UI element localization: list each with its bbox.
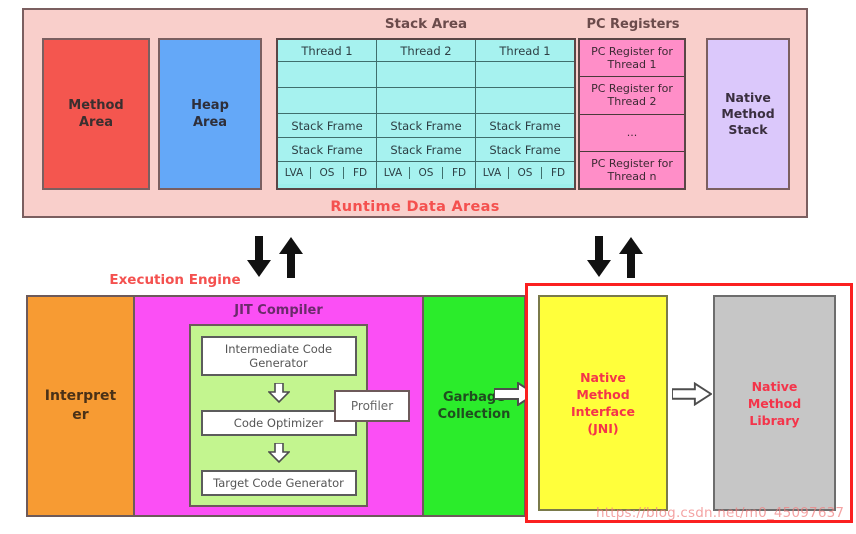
- native-method-library-block: Native Method Library: [713, 295, 836, 511]
- stack-thread-label: Thread 1: [476, 40, 574, 62]
- pc-register-row: PC Register for Thread 2: [580, 77, 684, 115]
- execution-engine-label: Execution Engine: [109, 272, 241, 288]
- interpreter-label-line1: Interpret: [44, 388, 117, 404]
- arrow-down-icon: [587, 236, 611, 277]
- jit-compiler-block: JIT Compiler Intermediate Code Generator…: [135, 297, 424, 515]
- stack-frame: Stack Frame: [476, 138, 574, 162]
- stack-part-fd: FD: [344, 167, 376, 179]
- arrow-up-icon: [619, 237, 643, 278]
- stack-empty-slot: [377, 88, 475, 114]
- jni-line4: (JNI): [587, 421, 619, 436]
- stack-part-fd: FD: [443, 167, 475, 179]
- native-method-stack-block: Native Method Stack: [706, 38, 790, 190]
- stack-frame: Stack Frame: [278, 138, 376, 162]
- stack-empty-slot: [476, 88, 574, 114]
- stack-empty-slot: [278, 88, 376, 114]
- stack-frame: Stack Frame: [278, 114, 376, 138]
- jni-line3: Interface: [571, 404, 635, 419]
- pc-registers-title: PC Registers: [586, 16, 680, 32]
- stack-empty-slot: [377, 62, 475, 88]
- native-library-line1: Native: [751, 378, 798, 394]
- stack-frame: Stack Frame: [377, 114, 475, 138]
- stack-empty-slot: [476, 62, 574, 88]
- jni-line2: Method: [576, 387, 630, 402]
- jit-stage-intermediate-code-generator: Intermediate Code Generator: [200, 335, 357, 376]
- stack-thread-column: Thread 1 Stack Frame Stack Frame LVA OS …: [476, 40, 574, 188]
- arrow-down-icon: [267, 442, 290, 463]
- method-area-label-line1: Method: [68, 98, 124, 113]
- stack-part-os: OS: [410, 167, 443, 179]
- arrow-up-icon: [279, 237, 303, 278]
- watermark-text: https://blog.csdn.net/m0_45097637: [596, 505, 845, 521]
- native-method-stack-line1: Native: [725, 90, 771, 105]
- method-area-block: Method Area: [42, 38, 150, 190]
- interpreter-label-line2: er: [72, 407, 89, 423]
- native-library-line2: Method: [747, 395, 802, 411]
- interpreter-block: Interpret er: [28, 297, 135, 515]
- stack-part-os: OS: [509, 167, 542, 179]
- stack-frame: Stack Frame: [377, 138, 475, 162]
- jit-stage-target-code-generator: Target Code Generator: [200, 469, 357, 496]
- heap-area-block: Heap Area: [158, 38, 262, 190]
- method-area-label-line2: Area: [78, 115, 114, 130]
- stack-area-title: Stack Area: [384, 16, 468, 32]
- runtime-to-engine-arrows: [246, 236, 304, 278]
- stack-empty-slot: [278, 62, 376, 88]
- runtime-to-native-arrows: [586, 236, 644, 278]
- native-method-stack-line2: Method: [721, 106, 775, 121]
- stack-part-lva: LVA: [278, 167, 311, 179]
- jit-compiler-title: JIT Compiler: [234, 303, 323, 318]
- native-library-line3: Library: [749, 412, 800, 428]
- stack-area-grid: Thread 1 Stack Frame Stack Frame LVA OS …: [276, 38, 576, 190]
- stack-frame-parts: LVA OS FD: [278, 162, 376, 184]
- pc-register-ellipsis: ...: [580, 114, 684, 152]
- execution-engine-panel: Interpret er JIT Compiler Intermediate C…: [26, 295, 526, 517]
- stack-thread-column: Thread 1 Stack Frame Stack Frame LVA OS …: [278, 40, 377, 188]
- profiler-block: Profiler: [334, 390, 410, 422]
- stack-thread-label: Thread 2: [377, 40, 475, 62]
- stack-frame-parts: LVA OS FD: [377, 162, 475, 184]
- stack-part-lva: LVA: [377, 167, 410, 179]
- stack-frame-parts: LVA OS FD: [476, 162, 574, 184]
- heap-area-label-line1: Heap: [191, 98, 229, 113]
- heap-area-label-line2: Area: [192, 115, 228, 130]
- native-method-interface-block: Native Method Interface (JNI): [538, 295, 668, 511]
- stack-thread-label: Thread 1: [278, 40, 376, 62]
- runtime-data-areas-label: Runtime Data Areas: [330, 199, 500, 215]
- native-method-stack-line3: Stack: [728, 122, 768, 137]
- pc-registers-grid: PC Register for Thread 1 PC Register for…: [578, 38, 686, 190]
- stack-part-fd: FD: [542, 167, 574, 179]
- stack-part-lva: LVA: [476, 167, 509, 179]
- jni-line1: Native: [580, 370, 626, 385]
- arrow-down-icon: [267, 382, 290, 403]
- stack-thread-column: Thread 2 Stack Frame Stack Frame LVA OS …: [377, 40, 476, 188]
- stack-frame: Stack Frame: [476, 114, 574, 138]
- arrow-right-icon: [671, 381, 713, 407]
- pc-register-row: PC Register for Thread 1: [580, 40, 684, 78]
- pc-register-row: PC Register for Thread n: [580, 151, 684, 188]
- stack-part-os: OS: [311, 167, 344, 179]
